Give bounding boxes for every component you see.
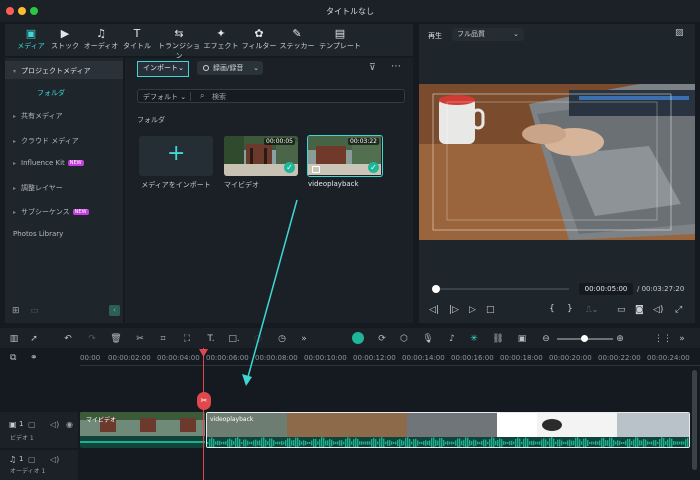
drag-hint-arrow xyxy=(242,199,298,386)
